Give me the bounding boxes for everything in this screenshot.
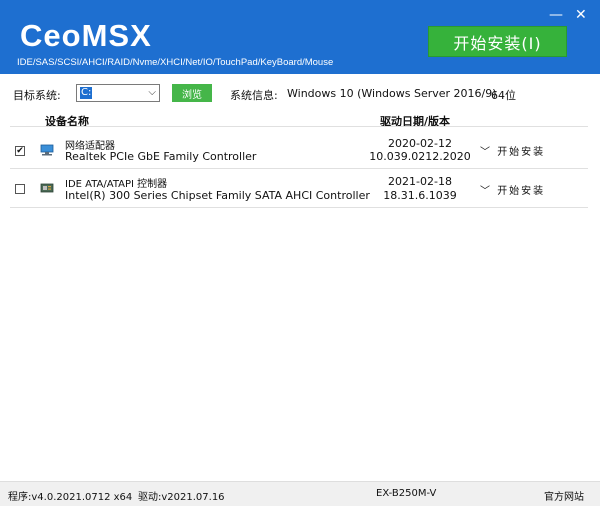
network-adapter-icon: [40, 144, 54, 156]
driver-version: 18.31.6.1039: [383, 189, 457, 202]
chevron-down-icon: ﹀: [480, 147, 492, 158]
motherboard-model: EX-B250M-V: [376, 488, 437, 499]
row-checkbox[interactable]: ✔: [15, 146, 25, 156]
system-info-value: Windows 10 (Windows Server 2016/9): [287, 87, 497, 100]
driver-date: 2020-02-12: [388, 137, 452, 150]
target-system-value: C:: [80, 87, 93, 99]
row-divider: [10, 168, 588, 169]
install-all-button[interactable]: 开始安装(I): [428, 26, 567, 57]
header-bar: CeoMSX IDE/SAS/SCSI/AHCI/RAID/Nvme/XHCI/…: [0, 0, 600, 74]
driver-version-info: 驱动:v2021.07.16: [138, 492, 225, 503]
status-bar: 程序:v4.0.2021.0712 x64 驱动:v2021.07.16 EX-…: [0, 481, 600, 506]
chevron-down-icon: ⌵: [148, 87, 156, 98]
program-version: 程序:v4.0.2021.0712 x64: [8, 492, 133, 503]
minimize-button[interactable]: —: [549, 8, 563, 22]
row-install-button[interactable]: ﹀ 开始安装: [480, 182, 545, 197]
chevron-down-icon: ﹀: [480, 186, 492, 197]
row-install-button[interactable]: ﹀ 开始安装: [480, 143, 545, 158]
target-system-select[interactable]: C: ⌵: [76, 84, 160, 102]
official-website-link[interactable]: 官方网站: [544, 488, 584, 503]
row-divider: [10, 207, 588, 208]
target-system-label: 目标系统:: [13, 89, 61, 102]
system-info-label: 系统信息:: [230, 89, 278, 102]
app-logo: CeoMSX: [20, 18, 152, 53]
device-model: Realtek PCIe GbE Family Controller: [65, 150, 257, 163]
row-checkbox[interactable]: [15, 184, 25, 194]
header-divider: [10, 126, 588, 127]
browse-button[interactable]: 浏览: [172, 84, 212, 102]
driver-version: 10.039.0212.2020: [369, 150, 471, 163]
device-model: Intel(R) 300 Series Chipset Family SATA …: [65, 189, 370, 202]
device-category: IDE ATA/ATAPI 控制器: [65, 179, 168, 190]
system-arch: 64位: [491, 89, 516, 102]
supported-devices-subtitle: IDE/SAS/SCSI/AHCI/RAID/Nvme/XHCI/Net/IO/…: [17, 57, 334, 68]
driver-date: 2021-02-18: [388, 175, 452, 188]
disk-controller-icon: [40, 183, 54, 193]
close-button[interactable]: ✕: [575, 8, 587, 22]
